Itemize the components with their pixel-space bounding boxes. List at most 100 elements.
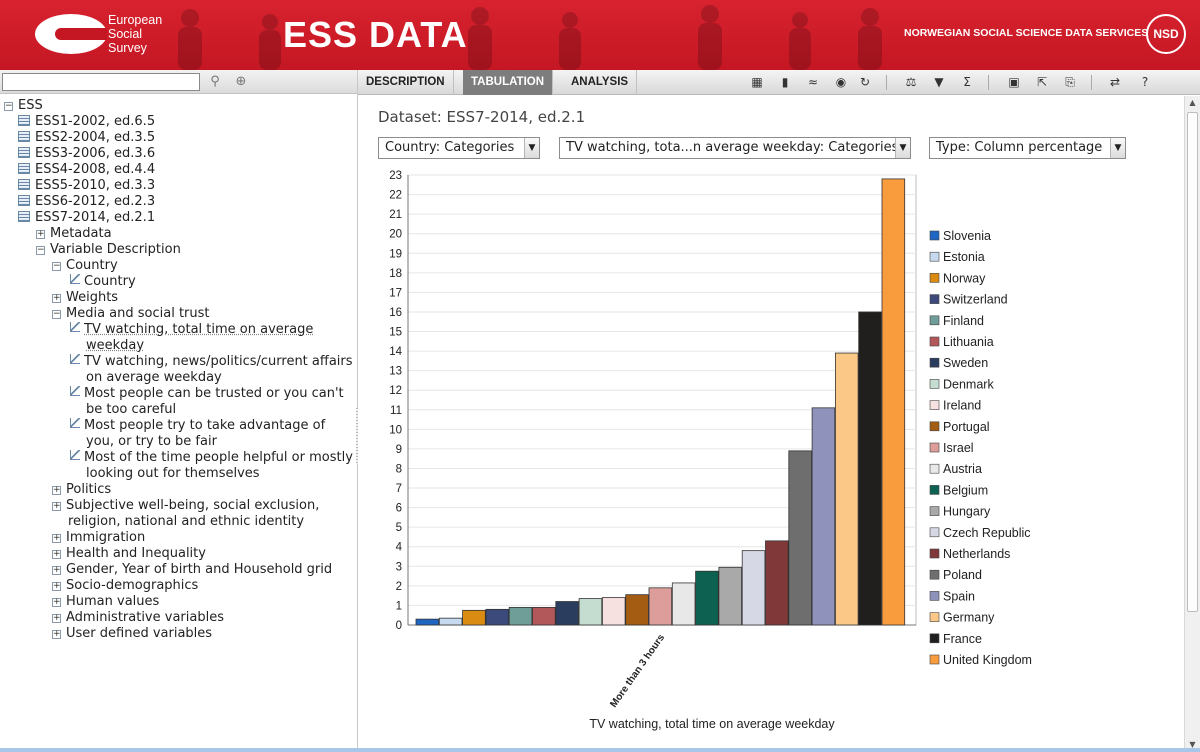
row-variable-dropdown[interactable]: Country: Categories ▼ [378,137,540,159]
row-variable-value: Country: Categories [385,140,515,155]
variable-chart-icon[interactable] [70,354,80,364]
legend-swatch [929,633,940,644]
collapse-icon[interactable]: − [52,310,61,319]
tree-folder-item[interactable]: − ESS [4,98,43,114]
tree-folder-item[interactable]: + Politics [52,482,111,498]
tree-variable-item[interactable]: Most people try to take advantage of [70,418,325,434]
table-view-icon[interactable]: ▦ [748,74,766,91]
dataset-table-icon[interactable] [18,147,30,158]
tab-description[interactable]: DESCRIPTION [358,70,454,95]
tree-dataset-item[interactable]: ESS6-2012, ed.2.3 [18,194,155,210]
tree-variable-item[interactable]: TV watching, total time on average [70,322,313,338]
expand-icon[interactable]: + [52,534,61,543]
y-tick-label: 0 [396,620,402,632]
tree-folder-item[interactable]: − Variable Description [36,242,181,258]
tree-folder-item[interactable]: + Immigration [52,530,145,546]
chart-bar [462,609,486,626]
tree-dataset-item[interactable]: ESS4-2008, ed.4.4 [18,162,155,178]
bar-chart: 01234567891011121314151617181920212223Mo… [389,170,1032,731]
type-dropdown[interactable]: Type: Column percentage ▼ [929,137,1126,159]
tree-folder-item[interactable]: + Health and Inequality [52,546,206,562]
tree-folder-item[interactable]: + Gender, Year of birth and Household gri… [52,562,332,578]
expand-icon[interactable]: + [52,550,61,559]
expand-icon[interactable]: + [52,582,61,591]
x-axis-title: TV watching, total time on average weekd… [589,717,835,731]
tree-dataset-item[interactable]: ESS1-2002, ed.6.5 [18,114,155,130]
header-silhouettes-image [178,5,882,70]
search-icon[interactable]: ⚲ [207,74,223,90]
tree-item-label-continuation: religion, national and ethnic identity [68,514,304,530]
tree-folder-item[interactable]: + User defined variables [52,626,212,642]
chevron-down-icon[interactable]: ▼ [524,138,539,158]
tree-folder-item[interactable]: + Socio-demographics [52,578,198,594]
dataset-table-icon[interactable] [18,131,30,142]
y-tick-label: 9 [396,444,402,456]
y-tick-label: 11 [390,405,402,417]
weight-icon[interactable]: ⚖ [902,74,920,91]
tree-folder-item[interactable]: − Media and social trust [52,306,210,322]
tree-dataset-item[interactable]: ESS3-2006, ed.3.6 [18,146,155,162]
ess-logo[interactable]: European Social Survey [35,12,175,58]
tree-folder-item[interactable]: + Human values [52,594,159,610]
bar-chart-icon[interactable]: ▮ [776,74,794,91]
expand-icon[interactable]: + [52,486,61,495]
expand-icon[interactable]: + [52,598,61,607]
tree-dataset-item[interactable]: ESS5-2010, ed.3.3 [18,178,155,194]
dataset-table-icon[interactable] [18,179,30,190]
variable-chart-icon[interactable] [70,450,80,460]
tree-variable-item[interactable]: Most people can be trusted or you can't [70,386,344,402]
dataset-table-icon[interactable] [18,195,30,206]
dataset-table-icon[interactable] [18,163,30,174]
nsd-logo[interactable]: NSD [1146,14,1186,54]
print-icon[interactable]: ⎘ [1061,74,1079,91]
dataset-label: Dataset: ESS7-2014, ed.2.1 [378,108,586,126]
collapse-icon[interactable]: − [4,102,13,111]
expand-icon[interactable]: + [52,614,61,623]
tree-folder-item[interactable]: + Weights [52,290,118,306]
chevron-down-icon[interactable]: ▼ [895,138,910,158]
save-icon[interactable]: ▣ [1005,74,1023,91]
variable-chart-icon[interactable] [70,322,80,332]
tree-dataset-item[interactable]: ESS7-2014, ed.2.1 [18,210,155,226]
chevron-down-icon[interactable]: ▼ [1110,138,1125,158]
dataset-table-icon[interactable] [18,115,30,126]
tree-folder-item[interactable]: + Administrative variables [52,610,224,626]
export-icon[interactable]: ⇱ [1033,74,1051,91]
settings-icon[interactable]: ⇄ [1106,74,1124,91]
advanced-search-icon[interactable]: ⊕ [233,74,249,90]
vertical-scrollbar[interactable]: ▲ ▼ [1184,96,1200,752]
tree-folder-item[interactable]: − Country [52,258,118,274]
variable-chart-icon[interactable] [70,274,80,284]
search-input[interactable] [2,73,200,91]
expand-icon[interactable]: + [52,502,61,511]
tree-folder-item[interactable]: + Metadata [36,226,112,242]
collapse-icon[interactable]: − [36,246,45,255]
collapse-icon[interactable]: − [52,262,61,271]
scroll-up-icon[interactable]: ▲ [1185,96,1200,110]
line-chart-icon[interactable]: ≈ [804,74,822,91]
help-icon[interactable]: ? [1136,74,1154,91]
column-variable-dropdown[interactable]: TV watching, tota...n average weekday: C… [559,137,911,159]
tree-folder-item[interactable]: + Subjective well-being, social exclusion… [52,498,319,514]
expand-icon[interactable]: + [52,294,61,303]
tree-dataset-item[interactable]: ESS2-2004, ed.3.5 [18,130,155,146]
tab-analysis[interactable]: ANALYSIS [563,70,638,95]
tree-variable-item[interactable]: Country [70,274,136,290]
expand-icon[interactable]: + [36,230,45,239]
logo-text-line: European [108,13,163,27]
tab-tabulation[interactable]: TABULATION [463,70,554,95]
dataset-table-icon[interactable] [18,211,30,222]
tree-variable-item[interactable]: TV watching, news/politics/current affai… [70,354,353,370]
tree-variable-item[interactable]: Most of the time people helpful or mostl… [70,450,353,466]
filter-icon[interactable]: ▼ [930,74,948,91]
variable-chart-icon[interactable] [70,386,80,396]
expand-icon[interactable]: + [52,566,61,575]
variable-chart-icon[interactable] [70,418,80,428]
legend-label: Portugal [943,420,990,434]
map-icon[interactable]: ◉ [832,74,850,91]
tree-item-label: TV watching, total time on average [84,322,314,337]
expand-icon[interactable]: + [52,630,61,639]
scrollbar-thumb[interactable] [1187,112,1198,612]
sigma-icon[interactable]: Σ [958,74,976,91]
refresh-icon[interactable]: ↻ [856,74,874,91]
